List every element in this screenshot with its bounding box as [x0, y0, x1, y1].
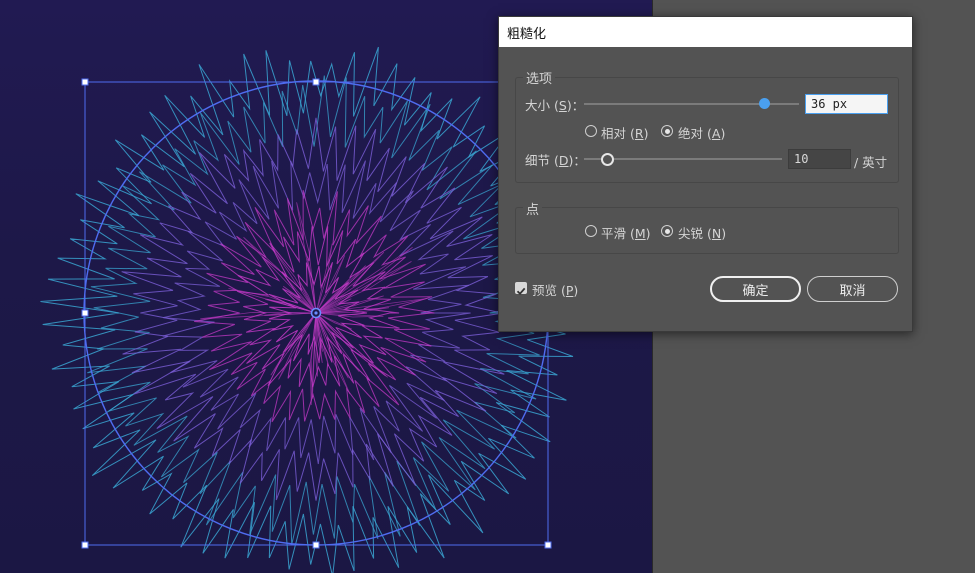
ok-button[interactable]: 确定	[710, 276, 801, 302]
size-label: 大小 (S)：	[525, 98, 585, 113]
preview-label[interactable]: 预览 (P)	[532, 280, 578, 299]
detail-label: 细节 (D)：	[525, 153, 586, 168]
roughen-dialog: 粗糙化 选项 大小 (S)： 36 px 相对 (R) 绝对 (A) 细节 (D…	[498, 16, 913, 332]
radio-absolute-label[interactable]: 绝对 (A)	[678, 123, 725, 142]
handle-bottom-right[interactable]	[544, 541, 552, 549]
handle-top-left[interactable]	[81, 78, 89, 86]
detail-unit-label: / 英寸	[854, 155, 888, 170]
size-input[interactable]: 36 px	[805, 94, 888, 114]
options-group-title: 选项	[523, 68, 556, 87]
radio-smooth[interactable]	[585, 225, 597, 237]
handle-middle-left[interactable]	[81, 309, 89, 317]
checkmark-icon	[516, 287, 526, 296]
preview-checkbox[interactable]	[515, 282, 527, 296]
detail-input[interactable]: 10	[788, 149, 851, 169]
burst-spike	[309, 312, 317, 406]
radio-absolute[interactable]	[661, 125, 673, 137]
radio-relative[interactable]	[585, 125, 597, 137]
cancel-button[interactable]: 取消	[807, 276, 898, 302]
handle-top-center[interactable]	[312, 78, 320, 86]
handle-bottom-left[interactable]	[81, 541, 89, 549]
radio-corner[interactable]	[661, 225, 673, 237]
size-slider-thumb[interactable]	[759, 98, 770, 109]
radio-relative-label[interactable]: 相对 (R)	[601, 123, 648, 142]
dialog-title: 粗糙化	[507, 26, 547, 42]
radio-smooth-label[interactable]: 平滑 (M)	[601, 223, 651, 242]
detail-slider-thumb[interactable]	[601, 153, 614, 166]
burst-spike	[315, 312, 384, 318]
dialog-titlebar[interactable]: 粗糙化	[499, 17, 912, 47]
radio-corner-label[interactable]: 尖锐 (N)	[678, 223, 726, 242]
burst-spike	[315, 312, 388, 378]
points-group-title: 点	[523, 199, 543, 218]
burst-spike	[315, 298, 428, 314]
center-point-dot	[314, 311, 318, 315]
handle-bottom-center[interactable]	[312, 541, 320, 549]
